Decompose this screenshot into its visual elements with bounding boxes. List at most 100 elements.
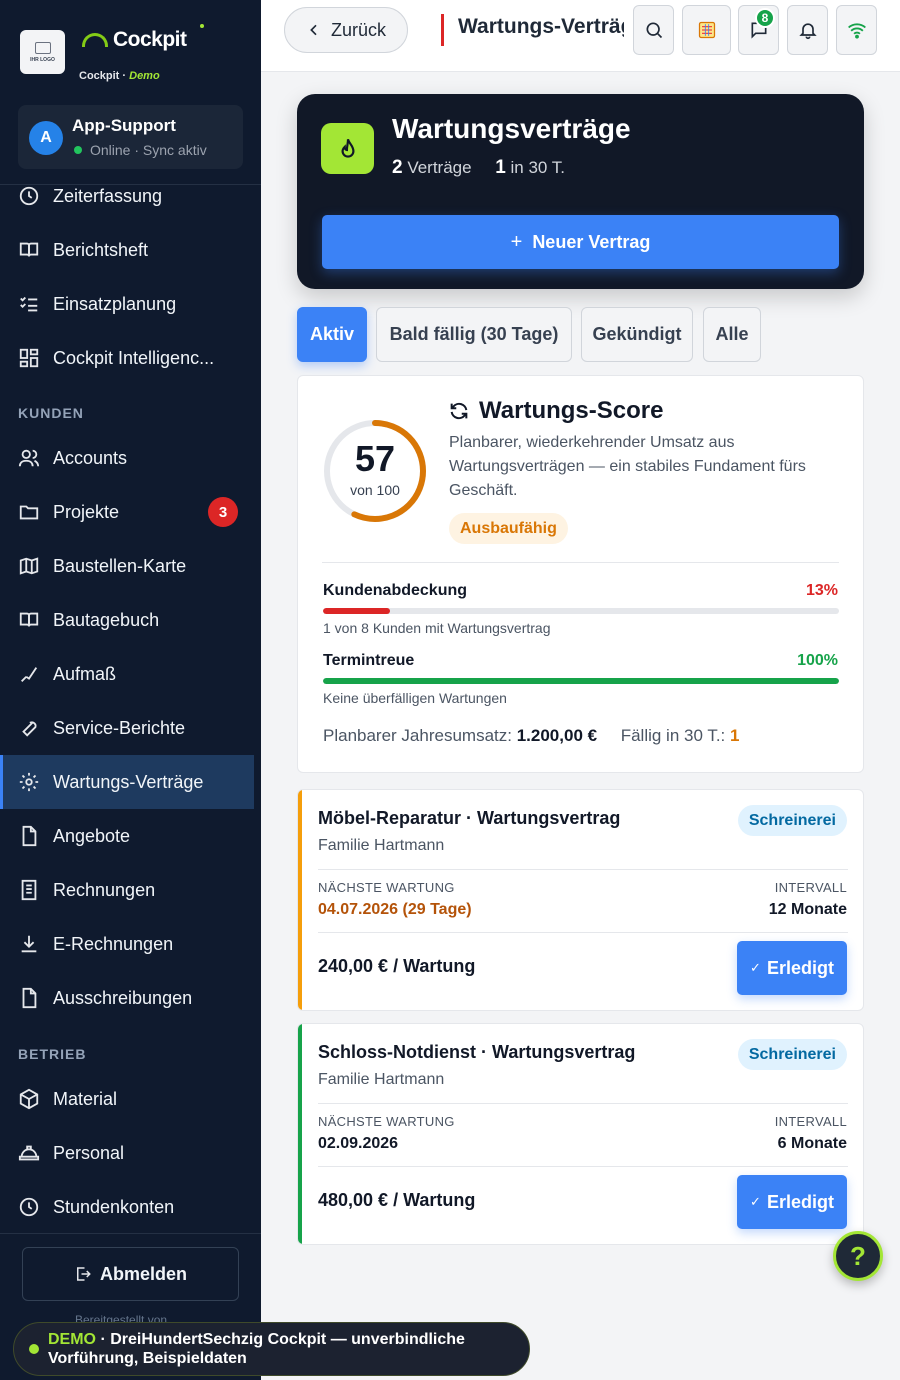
document-icon (22, 825, 37, 847)
sidebar-item-label: Bautagebuch (53, 609, 160, 630)
dashboard-icon (19, 348, 39, 368)
sidebar-item-label: Projekte (53, 501, 120, 522)
plus-icon: + (510, 230, 523, 253)
section-label-betrieb: BETRIEB (18, 1046, 87, 1062)
new-contract-button[interactable]: + Neuer Vertrag (322, 215, 839, 269)
logo-caption: IHR LOGO (30, 56, 55, 63)
sidebar-item-projekte[interactable]: Projekte 3 (0, 485, 254, 539)
sidebar-item-material[interactable]: Material (0, 1072, 254, 1126)
divider (318, 932, 848, 933)
sidebar-item-zeiterfassung[interactable]: Zeiterfassung (0, 169, 254, 223)
flame-icon (340, 138, 355, 158)
tab-aktiv[interactable]: Aktiv (297, 307, 367, 362)
download-icon (21, 935, 37, 953)
avatar: A (29, 121, 63, 155)
gear-icon (19, 772, 39, 792)
wrench-icon (22, 721, 37, 737)
contract-client: Familie Hartmann (318, 837, 445, 854)
next-maintenance-value: 02.09.2026 (318, 1135, 399, 1152)
sidebar: IHR LOGO Cockpit Cockpit · Demo A App-Su… (0, 0, 261, 1380)
user-name: App-Support (72, 116, 176, 135)
divider (318, 869, 848, 870)
calculator-icon (698, 21, 715, 39)
messages-count-badge: 8 (755, 8, 775, 28)
sidebar-item-wartungs-vertraege[interactable]: Wartungs-Verträge (0, 755, 254, 809)
contract-card[interactable]: Möbel-Reparatur · Wartungsvertrag Famili… (297, 789, 864, 1011)
tab-bald-faellig[interactable]: Bald fällig (30 Tage) (376, 307, 572, 362)
notifications-button[interactable] (787, 5, 828, 55)
contract-price: 480,00 € / Wartung (318, 1190, 476, 1210)
sidebar-item-aufmass[interactable]: Aufmaß (0, 647, 254, 701)
sidebar-item-baustellen-karte[interactable]: Baustellen-Karte (0, 539, 254, 593)
sidebar-item-angebote[interactable]: Angebote (0, 809, 254, 863)
logout-button[interactable]: Abmelden (22, 1247, 239, 1301)
sidebar-item-label: E-Rechnungen (53, 933, 174, 954)
metric-label-punctuality: Termintreue (323, 652, 415, 669)
map-icon (19, 557, 39, 575)
user-status-text: Online · Sync aktiv (90, 142, 207, 158)
helmet-icon (18, 1145, 40, 1161)
status-dot-icon (199, 24, 204, 28)
metric-value-coverage: 13% (805, 582, 838, 599)
sidebar-item-label: Aufmaß (53, 663, 117, 684)
sidebar-item-label: Material (53, 1088, 118, 1109)
brand-subtitle: Cockpit · Demo (79, 70, 160, 82)
users-icon (18, 449, 40, 467)
back-button[interactable]: Zurück (284, 7, 408, 53)
hero-card: Wartungsverträge 2 Verträge 1 in 30 T. +… (297, 94, 864, 289)
sidebar-item-personal[interactable]: Personal (0, 1126, 254, 1180)
score-value: 57 (354, 438, 396, 479)
calculator-button[interactable] (682, 5, 731, 55)
logout-icon (76, 1267, 91, 1281)
status-stripe (298, 790, 302, 1010)
sidebar-item-einsatzplanung[interactable]: Einsatzplanung (0, 277, 254, 331)
status-stripe (298, 1024, 302, 1244)
sidebar-item-label: Stundenkonten (53, 1196, 175, 1217)
due-count: 1 (495, 157, 506, 178)
measure-icon (21, 667, 38, 682)
next-maintenance-label: NÄCHSTE WARTUNG (318, 1114, 455, 1129)
sidebar-item-rechnungen[interactable]: Rechnungen (0, 863, 254, 917)
top-bar: Zurück Wartungs-Verträge 8 (261, 0, 900, 72)
sidebar-item-ausschreibungen[interactable]: Ausschreibungen (0, 971, 254, 1025)
gauge-icon (82, 33, 108, 47)
sidebar-item-label: Wartungs-Verträge (53, 771, 204, 792)
tab-alle[interactable]: Alle (703, 307, 761, 362)
due-summary-label: Fällig in 30 T.: (620, 726, 726, 745)
book-icon (19, 612, 39, 627)
connection-status-button[interactable] (836, 5, 877, 55)
clock-icon (19, 1197, 39, 1217)
divider (318, 1103, 848, 1104)
book-icon (19, 242, 39, 257)
score-max: von 100 (350, 482, 400, 498)
company-logo: IHR LOGO (20, 30, 65, 74)
metric-value-punctuality: 100% (797, 652, 838, 669)
tab-gekuendigt[interactable]: Gekündigt (581, 307, 693, 362)
sidebar-item-cockpit-intelligence[interactable]: Cockpit Intelligenc... (0, 331, 254, 385)
search-icon (646, 22, 662, 39)
refresh-icon (450, 402, 468, 420)
score-title-text: Wartungs-Score (479, 397, 664, 424)
hero-stats: 2 Verträge 1 in 30 T. (392, 157, 565, 179)
demo-label: DEMO (48, 1331, 96, 1348)
sidebar-item-e-rechnungen[interactable]: E-Rechnungen (0, 917, 254, 971)
messages-button[interactable]: 8 (738, 5, 779, 55)
demo-banner: DEMO · DreiHundertSechzig Cockpit — unve… (13, 1322, 530, 1376)
sidebar-item-stundenkonten[interactable]: Stundenkonten (0, 1180, 254, 1234)
punctuality-progress-bar (323, 678, 839, 684)
metric-label-coverage: Kundenabdeckung (323, 582, 468, 599)
mark-done-button[interactable]: ✓ Erledigt (737, 1175, 847, 1229)
search-button[interactable] (633, 5, 674, 55)
help-button[interactable]: ? (833, 1231, 883, 1281)
sidebar-item-berichtsheft[interactable]: Berichtsheft (0, 223, 254, 277)
chevron-left-icon (310, 24, 317, 36)
mark-done-button[interactable]: ✓ Erledigt (737, 941, 847, 995)
demo-text: · DreiHundertSechzig Cockpit — unverbind… (48, 1331, 465, 1367)
wifi-icon (847, 23, 866, 39)
sidebar-item-accounts[interactable]: Accounts (0, 431, 254, 485)
interval-value: 12 Monate (768, 901, 847, 918)
sidebar-item-bautagebuch[interactable]: Bautagebuch (0, 593, 254, 647)
contract-card[interactable]: Schloss-Notdienst · Wartungsvertrag Fami… (297, 1023, 864, 1245)
user-card[interactable]: A App-Support Online · Sync aktiv (18, 105, 243, 169)
sidebar-item-service-berichte[interactable]: Service-Berichte (0, 701, 254, 755)
